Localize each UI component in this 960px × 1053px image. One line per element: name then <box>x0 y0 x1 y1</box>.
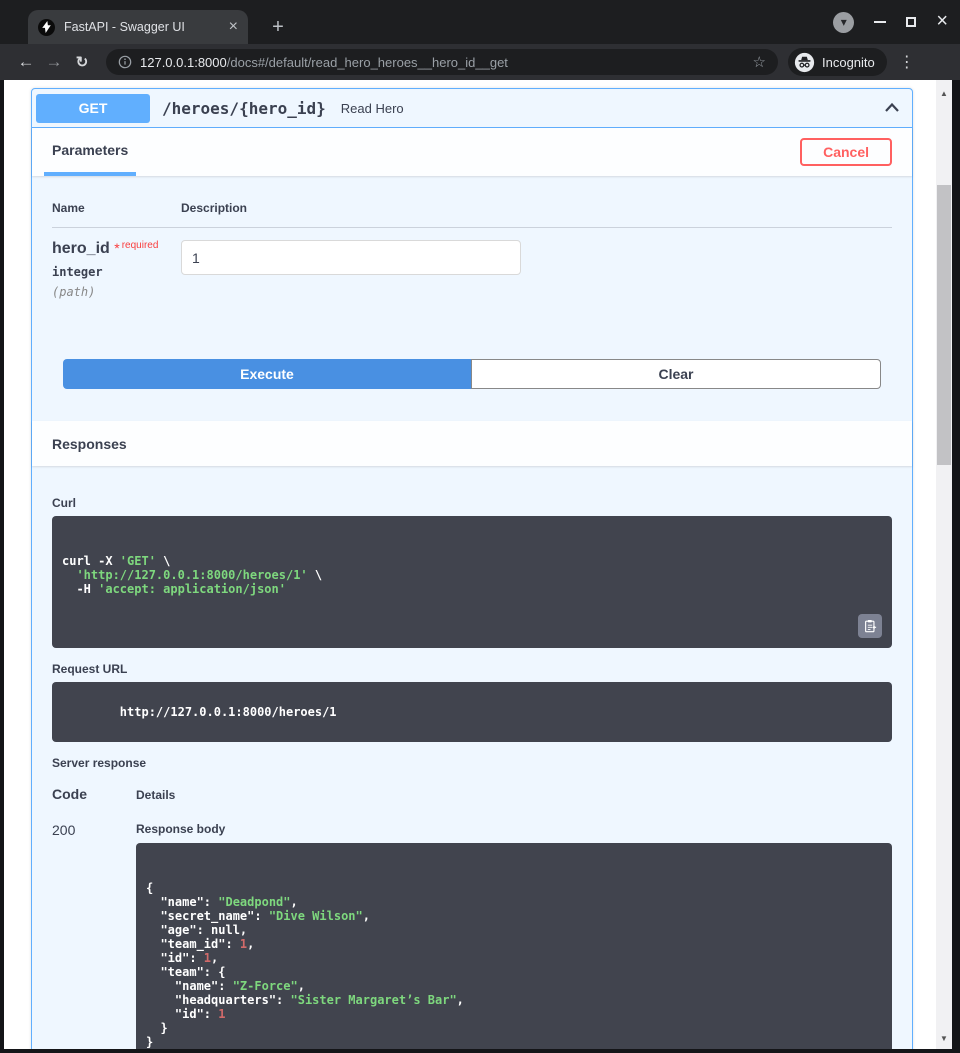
chevron-down-icon <box>841 13 847 31</box>
responses-header: Responses <box>32 421 912 466</box>
parameters-table-head: Name Description <box>52 201 892 228</box>
parameter-location: (path) <box>52 285 181 299</box>
reload-icon <box>76 53 89 72</box>
browser-tab[interactable]: FastAPI - Swagger UI <box>28 10 248 44</box>
opblock-summary[interactable]: GET /heroes/{hero_id} Read Hero <box>32 89 912 128</box>
url-host: 127.0.0.1:8000 <box>140 55 227 70</box>
collapse-button[interactable] <box>882 98 902 118</box>
incognito-label: Incognito <box>822 55 875 70</box>
code-column-header: Code <box>52 786 136 802</box>
response-details-cell: Response body { "name": "Deadpond", "sec… <box>136 822 892 1049</box>
chevron-up-icon <box>882 98 902 118</box>
execute-row: Execute Clear <box>32 341 912 409</box>
parameters-table: Name Description hero_id *required integ… <box>32 176 912 341</box>
window-caret-button[interactable] <box>833 12 854 33</box>
parameter-name-cell: hero_id *required integer (path) <box>52 240 181 299</box>
response-row: 200 Response body { "name": "Deadpond", … <box>52 822 892 1049</box>
tab-parameters[interactable]: Parameters <box>44 128 136 176</box>
tab-close-icon[interactable] <box>229 18 238 36</box>
response-body-label: Response body <box>136 822 892 836</box>
response-table-head: Code Details <box>52 786 892 802</box>
execute-button[interactable]: Execute <box>63 359 471 389</box>
clear-button[interactable]: Clear <box>471 359 881 389</box>
server-response-label: Server response <box>52 756 892 770</box>
swagger-page: GET /heroes/{hero_id} Read Hero Paramete… <box>4 80 936 1049</box>
endpoint-summary: Read Hero <box>341 101 404 116</box>
curl-label: Curl <box>52 496 892 510</box>
clipboard-icon <box>863 619 877 633</box>
kebab-menu-icon <box>899 52 915 72</box>
plus-icon <box>272 17 284 38</box>
required-star: * <box>114 240 119 256</box>
parameter-description-cell <box>181 240 521 299</box>
parameter-row: hero_id *required integer (path) <box>52 228 892 299</box>
curl-block: curl -X 'GET' \ 'http://127.0.0.1:8000/h… <box>52 516 892 648</box>
back-arrow-icon <box>18 52 35 72</box>
responses-body: Curl curl -X 'GET' \ 'http://127.0.0.1:8… <box>32 466 912 1049</box>
bookmark-star-icon[interactable] <box>753 53 766 72</box>
tab-title: FastAPI - Swagger UI <box>64 20 229 34</box>
new-tab-button[interactable] <box>266 15 290 39</box>
scrollbar-thumb[interactable] <box>937 185 951 465</box>
window-controls <box>833 10 948 34</box>
minimize-button[interactable] <box>874 21 886 23</box>
forward-button[interactable] <box>40 48 68 76</box>
info-icon[interactable] <box>118 55 132 69</box>
incognito-icon <box>794 52 815 73</box>
required-label: required <box>122 240 159 251</box>
request-url-label: Request URL <box>52 662 892 676</box>
browser-tab-bar: FastAPI - Swagger UI <box>0 0 960 44</box>
url-path: /docs#/default/read_hero_heroes__hero_id… <box>227 55 508 70</box>
forward-arrow-icon <box>46 52 63 72</box>
curl-command: curl -X 'GET' \ 'http://127.0.0.1:8000/h… <box>62 554 882 596</box>
details-column-header: Details <box>136 788 175 802</box>
opblock-get: GET /heroes/{hero_id} Read Hero Paramete… <box>31 88 913 1049</box>
scroll-up-arrow-icon[interactable] <box>936 83 952 101</box>
status-code: 200 <box>52 822 136 1049</box>
response-body-block: { "name": "Deadpond", "secret_name": "Di… <box>136 843 892 1049</box>
request-url-block: http://127.0.0.1:8000/heroes/1 <box>52 682 892 742</box>
responses-title: Responses <box>52 436 127 452</box>
incognito-badge: Incognito <box>788 48 887 76</box>
page-scrollbar[interactable] <box>936 80 952 1049</box>
browser-menu-button[interactable] <box>895 50 919 74</box>
back-button[interactable] <box>12 48 40 76</box>
hero-id-input[interactable] <box>181 240 521 275</box>
request-url-value: http://127.0.0.1:8000/heroes/1 <box>120 705 337 719</box>
parameters-header: Parameters Cancel <box>32 128 912 176</box>
browser-toolbar: 127.0.0.1:8000/docs#/default/read_hero_h… <box>0 44 960 80</box>
parameter-type: integer <box>52 265 181 279</box>
scroll-down-arrow-icon[interactable] <box>936 1028 952 1046</box>
maximize-button[interactable] <box>906 17 916 27</box>
curl-actions <box>858 614 882 638</box>
fastapi-favicon-icon <box>38 19 55 36</box>
url-bar[interactable]: 127.0.0.1:8000/docs#/default/read_hero_h… <box>106 49 778 75</box>
copy-curl-button[interactable] <box>858 614 882 638</box>
url-text: 127.0.0.1:8000/docs#/default/read_hero_h… <box>140 55 753 70</box>
reload-button[interactable] <box>68 48 96 76</box>
endpoint-path: /heroes/{hero_id} <box>162 99 326 118</box>
response-body-json: { "name": "Deadpond", "secret_name": "Di… <box>146 881 882 1049</box>
name-column-header: Name <box>52 201 181 215</box>
cancel-button[interactable]: Cancel <box>800 138 892 166</box>
description-column-header: Description <box>181 201 247 215</box>
method-badge[interactable]: GET <box>36 94 150 123</box>
parameter-name: hero_id <box>52 240 110 257</box>
window-close-button[interactable] <box>936 13 948 32</box>
